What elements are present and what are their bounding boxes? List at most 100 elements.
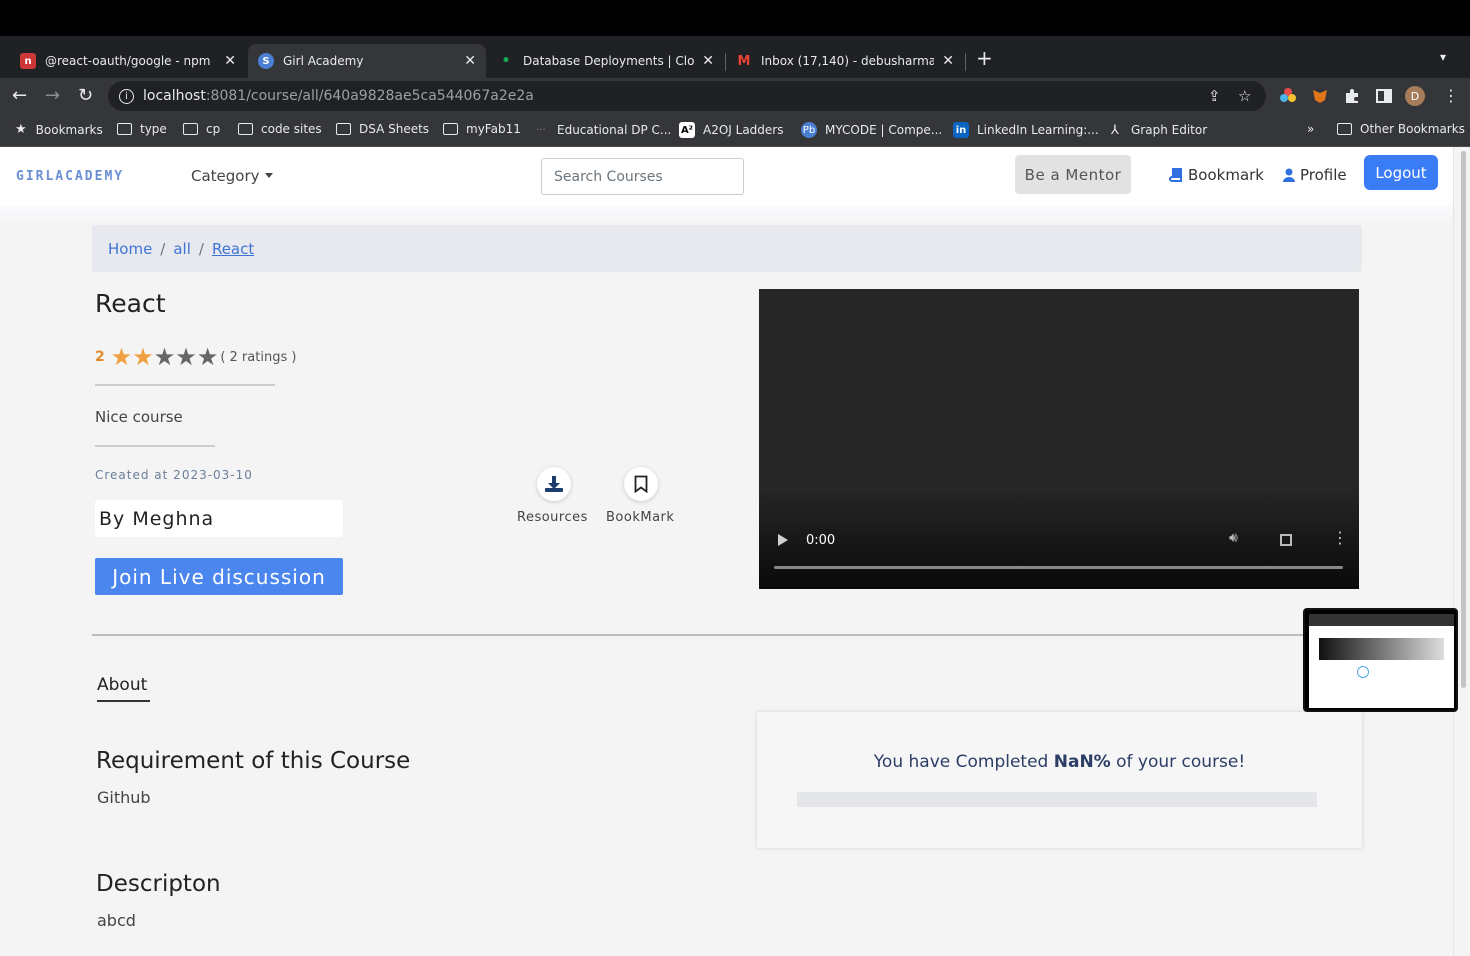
progress-card: You have Completed NaN% of your course!: [757, 712, 1362, 848]
star-icon: ★: [175, 343, 197, 371]
thumbnail-react-logo: [1357, 666, 1369, 678]
close-tab-icon[interactable]: ✕: [224, 53, 236, 69]
thumbnail-image: [1309, 614, 1454, 708]
star-icon: ★: [110, 343, 133, 371]
bookmark-folder-myfab11[interactable]: myFab11: [443, 122, 521, 136]
nav-profile-link[interactable]: Profile: [1283, 166, 1347, 184]
extensions-puzzle-icon[interactable]: [1343, 87, 1361, 105]
bookmark-folder-code-sites[interactable]: code sites: [238, 122, 322, 136]
bookmark-course-button[interactable]: [624, 467, 658, 501]
bookmark-a2oj[interactable]: A² A2OJ Ladders: [679, 122, 783, 138]
folder-icon: [1337, 123, 1352, 135]
progress-bar: [797, 792, 1317, 807]
requirement-heading: Requirement of this Course: [96, 748, 411, 774]
breadcrumb-all[interactable]: all: [173, 240, 191, 258]
play-icon[interactable]: [778, 534, 788, 546]
bookmarks-overflow[interactable]: »: [1307, 122, 1314, 136]
description-heading: Descripton: [96, 871, 221, 897]
tab-strip: n @react-oauth/google - npm ✕ S Girl Aca…: [0, 36, 1470, 78]
bookmark-mycode[interactable]: Pb MYCODE | Compe...: [801, 122, 942, 138]
side-panel-icon[interactable]: [1375, 87, 1393, 105]
video-time: 0:00: [806, 533, 836, 548]
course-rating: 2 ★ ★ ★ ★ ★ ( 2 ratings ): [95, 345, 296, 369]
course-author: By Meghna: [95, 500, 343, 537]
tab-title: @react-oauth/google - npm: [45, 54, 211, 68]
tab-mongodb[interactable]: • Database Deployments | Cloud ✕: [488, 44, 724, 78]
folder-icon: [238, 123, 253, 135]
screenshot-thumbnail[interactable]: [1303, 608, 1458, 712]
breadcrumb-separator: /: [198, 239, 204, 258]
be-a-mentor-button[interactable]: Be a Mentor: [1015, 155, 1131, 194]
bookmark-folder-type[interactable]: type: [117, 122, 167, 136]
site-info-icon[interactable]: i: [119, 88, 134, 104]
tab-search-chevron-icon[interactable]: ▾: [1440, 50, 1446, 64]
thumbnail-banner: [1319, 638, 1444, 660]
tab-gmail[interactable]: M Inbox (17,140) - debusharma19 ✕: [726, 44, 964, 78]
join-live-discussion-button[interactable]: Join Live discussion: [95, 558, 343, 595]
tab-title: Girl Academy: [283, 54, 364, 68]
graph-icon: ⅄: [1111, 122, 1119, 138]
nav-profile-label: Profile: [1300, 166, 1347, 184]
browser-menu-icon[interactable]: ⋮: [1443, 85, 1459, 107]
color-picker-extension-icon[interactable]: [1279, 87, 1297, 105]
brand-logo[interactable]: GIRLACADEMY: [16, 169, 124, 184]
search-input[interactable]: [541, 158, 744, 195]
progress-prefix: You have Completed: [873, 752, 1054, 772]
progress-suffix: of your course!: [1110, 752, 1246, 772]
star-icon: ★: [153, 343, 176, 371]
bookmarks-bar: ★ Bookmarks type cp code sites DSA Sheets…: [0, 114, 1470, 147]
progress-text: You have Completed NaN% of your course!: [757, 752, 1362, 772]
rating-stars: ★ ★ ★ ★ ★: [111, 345, 219, 369]
bookmark-linkedin-learning[interactable]: in LinkedIn Learning:...: [953, 122, 1099, 138]
close-tab-icon[interactable]: ✕: [464, 53, 476, 69]
fullscreen-icon[interactable]: [1280, 534, 1292, 546]
course-created-date: Created at 2023-03-10: [95, 468, 253, 482]
linkedin-icon: in: [953, 122, 969, 138]
new-tab-button[interactable]: +: [976, 46, 993, 70]
mongodb-favicon-icon: •: [501, 53, 511, 69]
tab-girl-academy[interactable]: S Girl Academy ✕: [248, 44, 486, 78]
thumbnail-chrome: [1309, 614, 1454, 626]
logout-button[interactable]: Logout: [1364, 155, 1438, 190]
breadcrumb-current[interactable]: React: [212, 240, 254, 258]
bookmark-star-icon[interactable]: ☆: [1238, 87, 1251, 105]
close-tab-icon[interactable]: ✕: [702, 53, 714, 69]
screen-top-bar: [0, 0, 1470, 36]
close-tab-icon[interactable]: ✕: [942, 53, 954, 69]
resources-button[interactable]: [537, 467, 571, 501]
category-dropdown[interactable]: Category: [191, 167, 273, 185]
share-icon[interactable]: ⇪: [1208, 87, 1221, 105]
nav-bookmark-label: Bookmark: [1188, 166, 1264, 184]
tab-npm[interactable]: n @react-oauth/google - npm ✕: [10, 44, 246, 78]
bookmark-icon: [634, 475, 648, 493]
forward-arrow-icon[interactable]: →: [45, 85, 60, 107]
other-bookmarks[interactable]: Other Bookmarks: [1337, 122, 1465, 136]
browser-toolbar: ← → ↻ i localhost:8081/course/all/640a98…: [0, 78, 1470, 114]
bookmark-folder-cp[interactable]: cp: [183, 122, 220, 136]
reload-icon[interactable]: ↻: [78, 85, 93, 107]
bookmark-graph-editor[interactable]: ⅄ Graph Editor: [1107, 122, 1207, 138]
course-short-description: Nice course: [95, 408, 183, 426]
volume-icon[interactable]: 🔊︎: [1229, 530, 1238, 546]
tab-about[interactable]: About: [97, 675, 147, 695]
back-arrow-icon[interactable]: ←: [12, 85, 27, 107]
user-icon: [1283, 168, 1295, 182]
more-options-icon[interactable]: ⋮: [1332, 530, 1348, 546]
folder-icon: [336, 123, 351, 135]
bookmarks-manager[interactable]: ★ Bookmarks: [15, 122, 103, 137]
address-bar[interactable]: i localhost:8081/course/all/640a9828ae5c…: [108, 81, 1266, 111]
page-scrollbar-thumb[interactable]: [1461, 151, 1466, 688]
video-player[interactable]: 0:00 🔊︎ ⋮: [759, 289, 1359, 589]
star-icon: ★: [132, 343, 154, 371]
site-icon: ···: [536, 124, 546, 136]
navbar-shadow: [0, 205, 1453, 225]
metamask-extension-icon[interactable]: [1311, 87, 1329, 105]
bookmark-folder-dsa-sheets[interactable]: DSA Sheets: [336, 122, 429, 136]
site-navbar: GIRLACADEMY Category Be a Mentor Bookmar…: [0, 147, 1453, 205]
breadcrumb-home[interactable]: Home: [108, 240, 152, 258]
bookmark-educational-dp[interactable]: ··· Educational DP C...: [533, 122, 671, 138]
video-progress-bar[interactable]: [774, 566, 1343, 569]
url-text: localhost:8081/course/all/640a9828ae5ca5…: [143, 88, 534, 104]
nav-bookmark-link[interactable]: Bookmark: [1169, 166, 1264, 184]
profile-avatar[interactable]: D: [1405, 86, 1425, 106]
